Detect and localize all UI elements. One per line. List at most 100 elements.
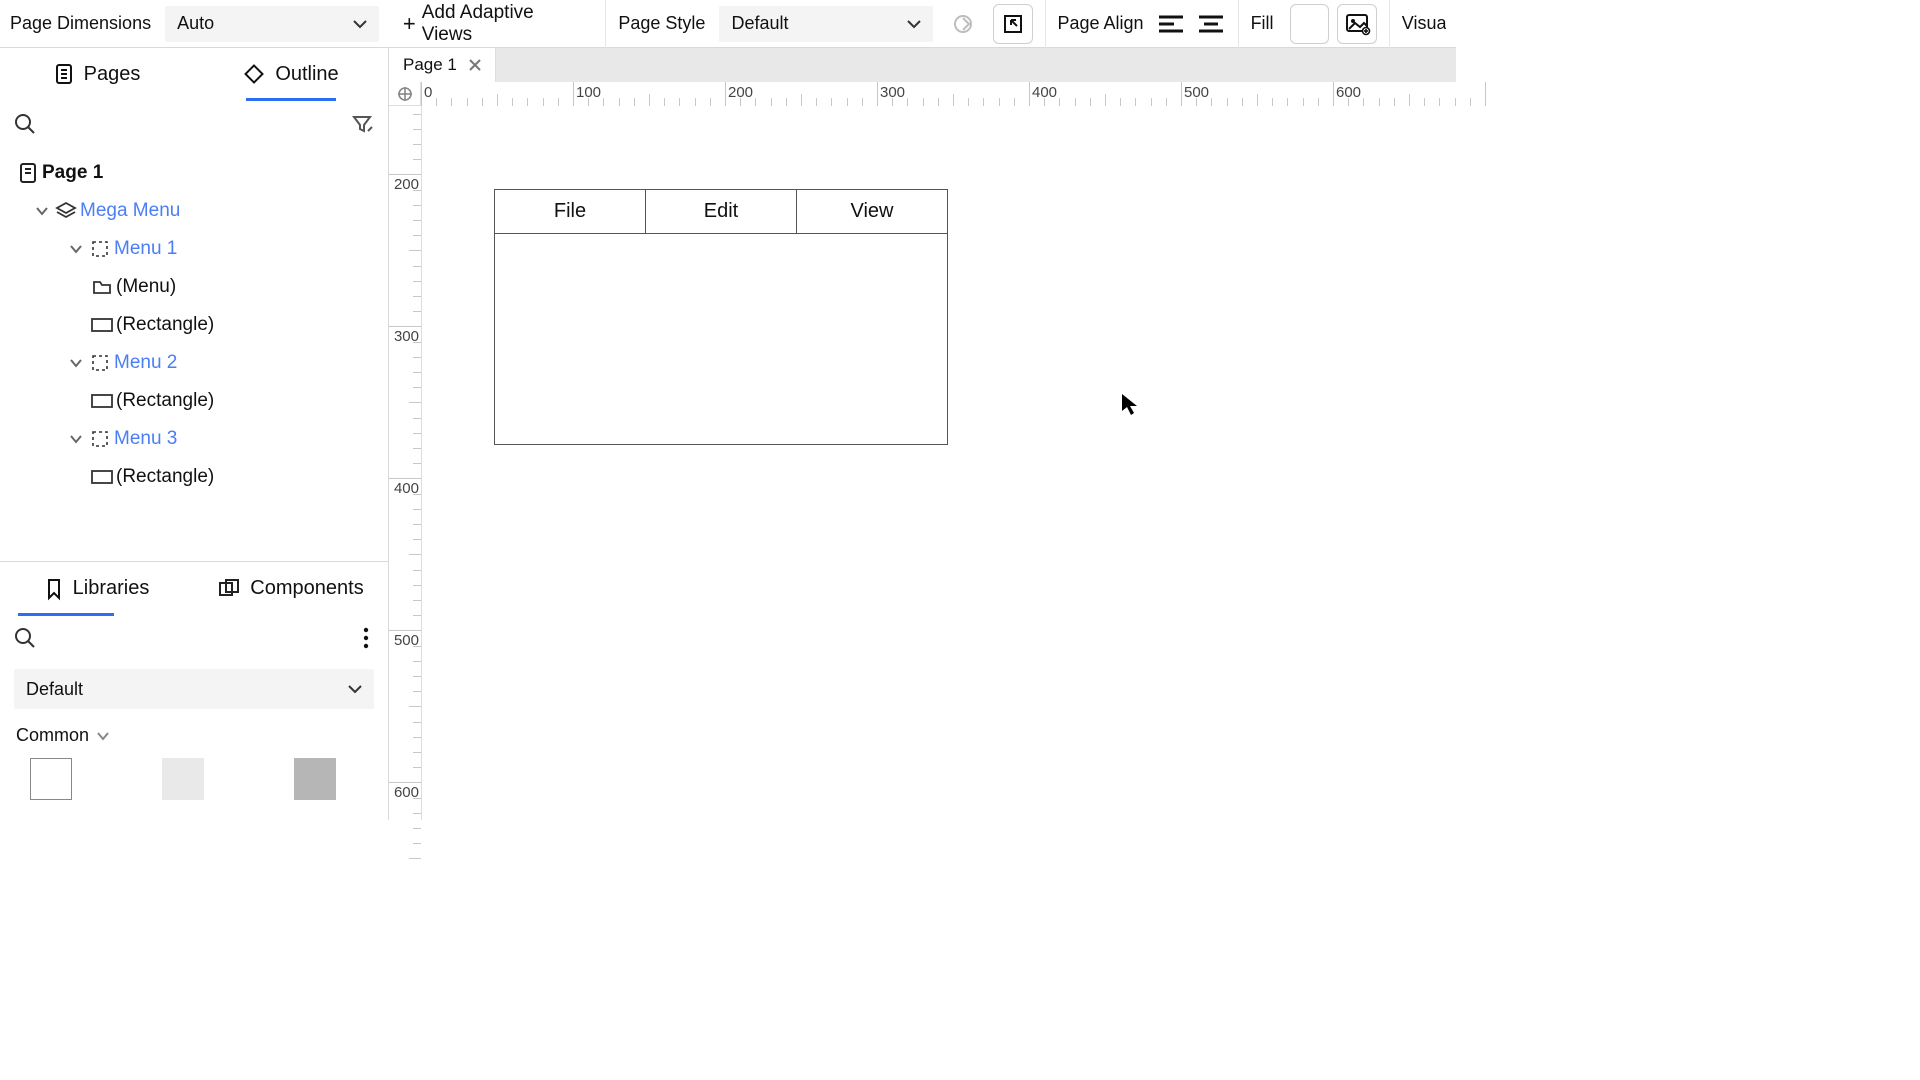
canvas-tab-label: File — [554, 200, 586, 222]
sidebar-tabs: Pages Outline — [0, 48, 388, 100]
ruler-v-label: 200 — [391, 176, 419, 193]
outline-item-rectangle[interactable]: (Rectangle) — [8, 382, 380, 420]
add-adaptive-views-label: Add Adaptive Views — [422, 2, 588, 46]
caret-down-icon[interactable] — [66, 358, 86, 368]
page-dimensions-label: Page Dimensions — [10, 13, 151, 34]
caret-down-icon[interactable] — [32, 206, 52, 216]
toolbar-separator — [605, 0, 606, 48]
page-align-label: Page Align — [1058, 13, 1144, 34]
caret-down-icon — [97, 731, 109, 741]
outline-item-label: Menu 1 — [114, 238, 177, 260]
components-tab-label: Components — [250, 577, 363, 600]
ruler-origin[interactable] — [389, 82, 421, 106]
chevron-down-icon — [348, 684, 362, 694]
caret-down-icon[interactable] — [66, 434, 86, 444]
outline-item-label: Menu 2 — [114, 352, 177, 374]
outline-item-label: (Rectangle) — [116, 466, 214, 488]
ruler-v-label: 600 — [391, 784, 419, 801]
rectangle-icon — [88, 318, 116, 332]
align-left-button[interactable] — [1156, 9, 1186, 39]
frame-origin-button[interactable] — [993, 4, 1033, 44]
outline-item-mega-menu[interactable]: Mega Menu — [8, 192, 380, 230]
align-center-button[interactable] — [1196, 9, 1226, 39]
canvas-widget-mega-menu[interactable]: File Edit View — [494, 189, 948, 529]
page-style-inherit-icon[interactable] — [945, 4, 985, 44]
outline-tree: Page 1 Mega Menu Menu 1 (Menu) — [0, 148, 388, 512]
outline-page-root[interactable]: Page 1 — [8, 154, 380, 192]
visual-label-fragment: Visua — [1402, 13, 1446, 34]
ruler-vertical[interactable]: 200300400500600 — [389, 106, 421, 820]
outline-item-rectangle[interactable]: (Rectangle) — [8, 306, 380, 344]
selection-group-icon — [86, 354, 114, 372]
ruler-v-label: 400 — [391, 480, 419, 497]
selection-group-icon — [86, 430, 114, 448]
outline-item-rectangle[interactable]: (Rectangle) — [8, 458, 380, 496]
swatch-box-outline[interactable] — [30, 758, 72, 800]
rectangle-icon — [88, 394, 116, 408]
layers-icon — [52, 201, 80, 221]
toolbar-separator — [1389, 0, 1390, 48]
canvas-tab-view[interactable]: View — [797, 190, 947, 233]
page-tabstrip: Page 1 — [389, 48, 1456, 82]
page-align-group — [1156, 9, 1226, 39]
canvas[interactable]: File Edit View — [421, 106, 1456, 820]
cursor-icon — [1121, 393, 1139, 417]
fill-color-button[interactable] — [1290, 4, 1330, 44]
search-icon[interactable] — [8, 107, 42, 141]
library-section-label: Common — [16, 725, 89, 746]
toolbar-separator — [1045, 0, 1046, 48]
fill-image-button[interactable] — [1337, 4, 1377, 44]
left-sidebar: Pages Outline Page 1 Mega Menu — [0, 48, 389, 820]
canvas-tab-file[interactable]: File — [495, 190, 646, 233]
library-section-heading[interactable]: Common — [0, 717, 388, 752]
search-icon[interactable] — [8, 621, 42, 655]
outline-item-label: Menu 3 — [114, 428, 177, 450]
swatch-box-filled[interactable] — [294, 758, 336, 800]
outline-item-label: (Menu) — [116, 276, 176, 298]
outline-toolbar — [0, 100, 388, 148]
ruler-h-label: 0 — [424, 84, 432, 101]
canvas-tab-label: Edit — [704, 200, 738, 222]
fill-label: Fill — [1251, 13, 1274, 34]
outline-item-label: (Rectangle) — [116, 314, 214, 336]
pages-tab[interactable]: Pages — [0, 48, 194, 100]
library-select[interactable]: Default — [14, 669, 374, 709]
components-tab[interactable]: Components — [194, 562, 388, 615]
folder-icon — [88, 279, 116, 295]
close-icon[interactable] — [469, 59, 481, 71]
selection-group-icon — [86, 240, 114, 258]
pages-tab-label: Pages — [84, 63, 141, 86]
chevron-down-icon — [353, 19, 367, 29]
outline-item-label: Mega Menu — [80, 200, 180, 222]
page-tab[interactable]: Page 1 — [389, 48, 496, 82]
outline-tab-label: Outline — [275, 63, 338, 86]
filter-icon[interactable] — [346, 107, 380, 141]
outline-item-menu-2[interactable]: Menu 2 — [8, 344, 380, 382]
add-adaptive-views-button[interactable]: + Add Adaptive Views — [397, 6, 594, 42]
more-icon[interactable] — [352, 621, 380, 655]
outline-item-menu-1[interactable]: Menu 1 — [8, 230, 380, 268]
canvas-widget-body[interactable] — [494, 233, 948, 445]
main-area: Page 1 0100200300400500600 2003004005006… — [389, 48, 1456, 820]
canvas-origin-guide — [421, 106, 422, 820]
ruler-horizontal[interactable]: 0100200300400500600 — [421, 82, 1456, 106]
outline-tab[interactable]: Outline — [194, 48, 388, 100]
library-select-value: Default — [26, 679, 83, 700]
libraries-tab[interactable]: Libraries — [0, 562, 194, 615]
chevron-down-icon — [907, 19, 921, 29]
canvas-tab-edit[interactable]: Edit — [646, 190, 797, 233]
outline-item-label: (Rectangle) — [116, 390, 214, 412]
canvas-tab-label: View — [851, 200, 894, 222]
libraries-tab-label: Libraries — [73, 577, 150, 600]
page-dimensions-select[interactable]: Auto — [165, 6, 379, 42]
outline-item-menu-shape[interactable]: (Menu) — [8, 268, 380, 306]
canvas-widget-tabs: File Edit View — [494, 189, 948, 233]
page-style-select[interactable]: Default — [719, 6, 933, 42]
caret-down-icon[interactable] — [66, 244, 86, 254]
outline-item-menu-3[interactable]: Menu 3 — [8, 420, 380, 458]
top-toolbar: Page Dimensions Auto + Add Adaptive View… — [0, 0, 1456, 48]
plus-icon: + — [403, 13, 416, 35]
library-swatches — [0, 752, 388, 820]
swatch-box-light[interactable] — [162, 758, 204, 800]
outline-root-label: Page 1 — [42, 162, 103, 184]
